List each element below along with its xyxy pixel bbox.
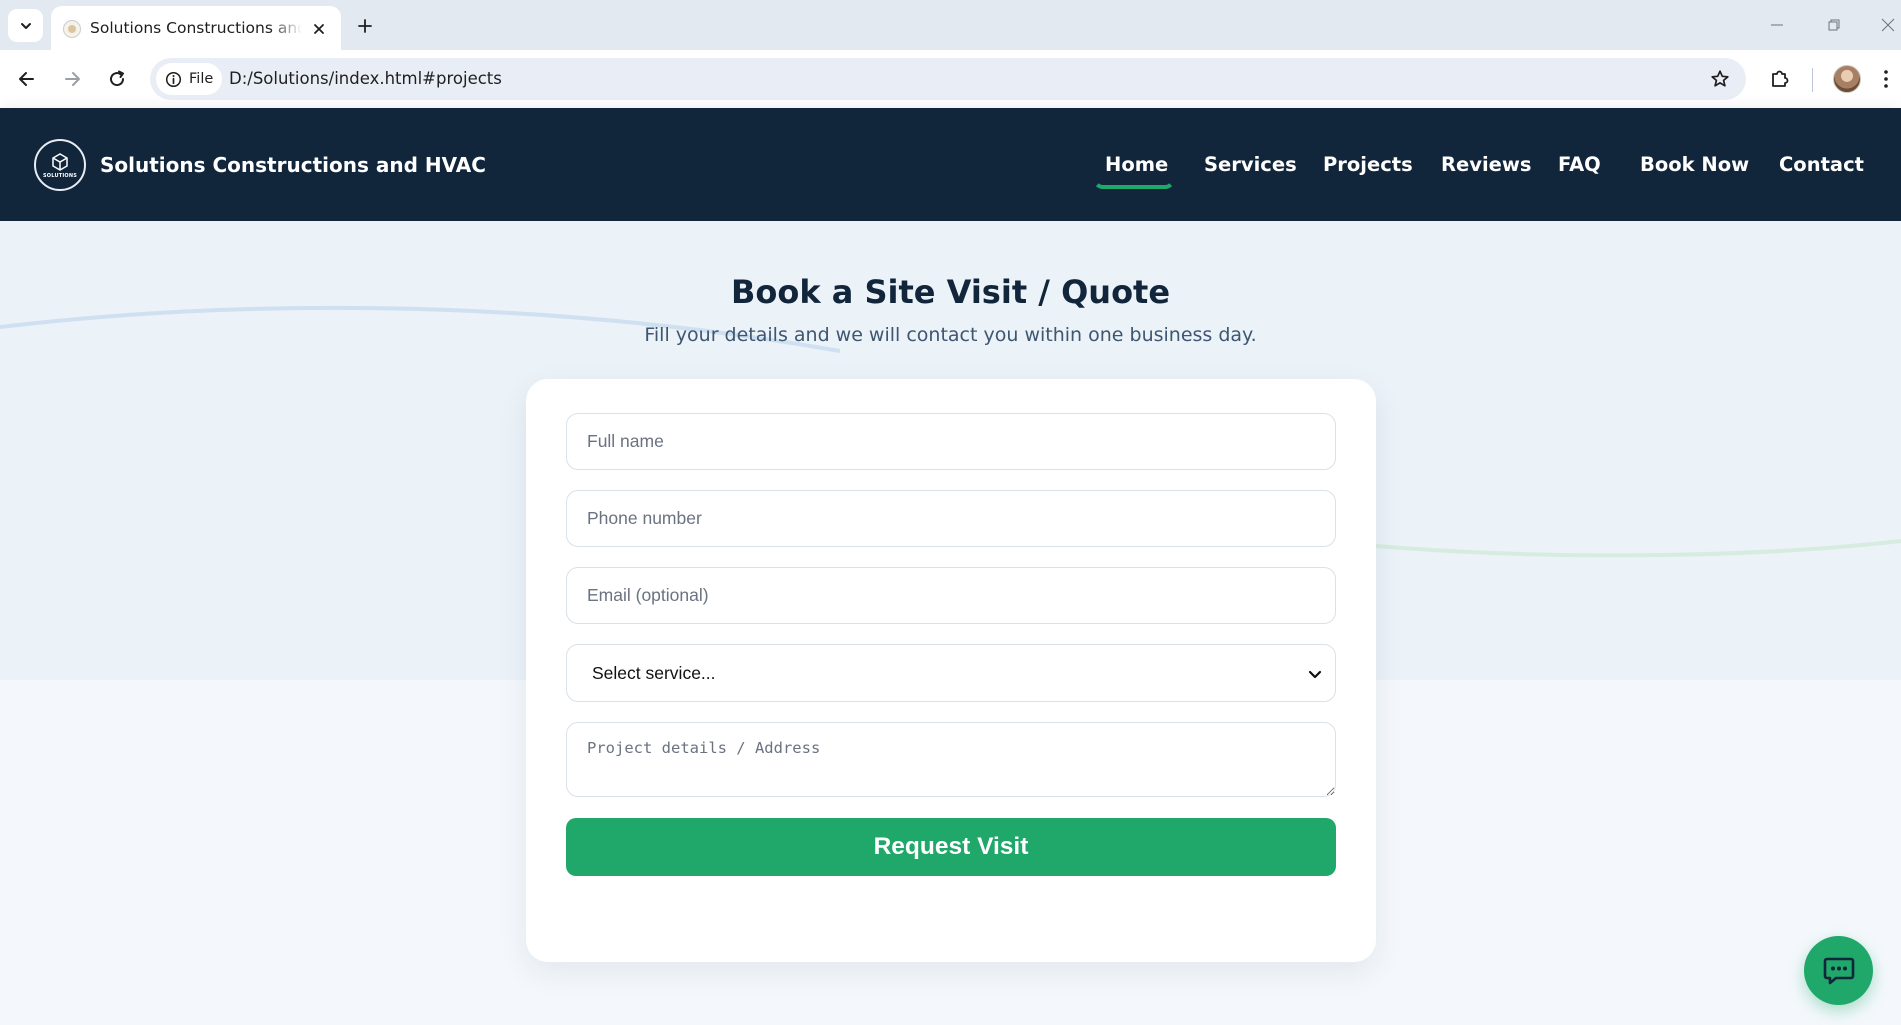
reload-button[interactable] [101, 63, 133, 95]
close-tab-button[interactable] [309, 19, 329, 39]
browser-toolbar: File D:/Solutions/index.html#projects [0, 50, 1901, 108]
service-select[interactable]: Select service... [566, 644, 1336, 702]
info-icon [165, 71, 182, 87]
chevron-down-icon [1308, 670, 1322, 679]
close-window-button[interactable] [1876, 14, 1900, 36]
puzzle-icon [1772, 70, 1789, 87]
nav-faq[interactable]: FAQ [1558, 153, 1601, 176]
back-button[interactable] [11, 63, 43, 95]
browser-tab-strip: Solutions Constructions and HVAC [0, 0, 1901, 50]
site-info-chip[interactable]: File [156, 63, 222, 95]
address-bar[interactable]: File D:/Solutions/index.html#projects [150, 58, 1746, 100]
url-text[interactable]: D:/Solutions/index.html#projects [229, 69, 502, 88]
minimize-window-button[interactable] [1765, 14, 1789, 36]
bookmark-button[interactable] [1708, 67, 1732, 91]
booking-subtitle: Fill your details and we will contact yo… [644, 324, 1257, 346]
restore-icon [1828, 19, 1840, 31]
main-nav: Home Services Projects Reviews FAQ Book … [0, 153, 1901, 183]
arrow-right-icon [65, 72, 80, 86]
full-name-input[interactable] [566, 413, 1336, 470]
extensions-button[interactable] [1766, 65, 1794, 93]
new-tab-button[interactable] [352, 13, 378, 39]
star-icon [1711, 70, 1729, 87]
minimize-icon [1771, 24, 1783, 26]
chat-bubble-icon [1823, 957, 1854, 984]
close-icon [314, 24, 324, 34]
nav-home[interactable]: Home [1105, 153, 1168, 176]
service-select-value: Select service... [592, 663, 716, 683]
email-input[interactable] [566, 567, 1336, 624]
plus-icon [358, 19, 372, 33]
reload-icon [110, 70, 125, 87]
site-header: SOLUTIONS Solutions Constructions and HV… [0, 108, 1901, 221]
project-details-textarea[interactable] [566, 722, 1336, 797]
nav-contact[interactable]: Contact [1779, 153, 1864, 176]
profile-avatar[interactable] [1833, 65, 1861, 93]
kebab-menu-icon [1884, 70, 1888, 88]
browser-tab-active[interactable]: Solutions Constructions and HVAC [51, 6, 341, 50]
booking-title: Book a Site Visit / Quote [730, 273, 1171, 311]
restore-window-button[interactable] [1822, 14, 1846, 36]
arrow-left-icon [19, 72, 34, 86]
site-chip-label: File [189, 71, 214, 87]
tab-list-button[interactable] [8, 9, 43, 42]
booking-form-card: Select service... Request Visit [526, 379, 1376, 962]
nav-book-now[interactable]: Book Now [1640, 153, 1749, 176]
chat-button[interactable] [1804, 936, 1873, 1005]
active-nav-indicator [1093, 179, 1175, 189]
tab-title: Solutions Constructions and HVAC [90, 19, 302, 37]
phone-number-input[interactable] [566, 490, 1336, 547]
forward-button[interactable] [56, 63, 88, 95]
nav-services[interactable]: Services [1204, 153, 1297, 176]
request-visit-button[interactable]: Request Visit [566, 818, 1336, 876]
site-favicon-icon [63, 20, 81, 38]
nav-reviews[interactable]: Reviews [1441, 153, 1531, 176]
chevron-down-icon [20, 22, 31, 29]
close-window-icon [1881, 18, 1895, 32]
toolbar-divider [1812, 68, 1813, 92]
nav-projects[interactable]: Projects [1323, 153, 1413, 176]
browser-menu-button[interactable] [1878, 65, 1894, 93]
